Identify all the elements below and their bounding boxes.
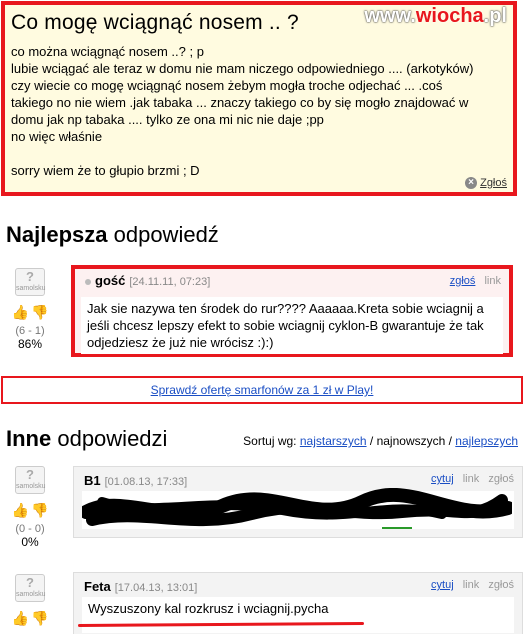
sort-controls: Sortuj wg: najstarszych / najnowszych / … bbox=[243, 434, 518, 448]
thumbs-down-icon[interactable]: 👎 bbox=[31, 610, 48, 627]
answer-author: B1 bbox=[84, 473, 101, 488]
sort-best-link[interactable]: najlepszych bbox=[455, 434, 518, 448]
thumbs-up-icon[interactable]: 👍 bbox=[12, 502, 29, 519]
close-icon: × bbox=[465, 177, 478, 189]
answer-date: [01.08.13, 17:33] bbox=[104, 476, 188, 488]
report-link[interactable]: zgłoś bbox=[450, 275, 476, 287]
redaction-scribble bbox=[82, 488, 512, 529]
question-box: Co mogę wciągnąć nosem .. ? www.wiocha.p… bbox=[1, 1, 517, 196]
sort-newest-current: najnowszych bbox=[376, 434, 446, 448]
promo-link[interactable]: Sprawdź ofertę smarfonów za 1 zł w Play! bbox=[151, 383, 374, 397]
answer-text: Jak sie nazywa ten środek do rur???? Aaa… bbox=[81, 297, 503, 354]
best-answer-heading: Najlepsza odpowiedź bbox=[6, 222, 219, 247]
answer-date: [24.11.11, 07:23] bbox=[129, 276, 211, 288]
vote-percent: 0% bbox=[21, 535, 39, 549]
question-line: domu jak np tabaka .... tylko ze ona mi … bbox=[11, 112, 324, 127]
question-line: no więc właśnie bbox=[11, 129, 103, 144]
answer-votes: ? samolsku 👍 👎 (0 - 0) 0% bbox=[10, 466, 50, 549]
answer-date: [17.04.13, 13:01] bbox=[114, 582, 198, 594]
thumbs-down-icon[interactable]: 👎 bbox=[31, 304, 48, 321]
report-link[interactable]: zgłoś bbox=[488, 473, 514, 485]
answer-author: gość bbox=[95, 273, 126, 288]
report-link[interactable]: zgłoś bbox=[488, 579, 514, 591]
question-line: co można wciągnąć nosem ..? ; p bbox=[11, 44, 204, 59]
user-icon bbox=[85, 278, 91, 285]
vote-count: (6 - 1) bbox=[15, 325, 45, 337]
samolsku-badge-icon: ? samolsku bbox=[15, 466, 46, 494]
quote-link[interactable]: cytuj bbox=[431, 473, 454, 485]
vote-count: (0 - 0) bbox=[15, 523, 45, 535]
question-line: takiego no nie wiem .jak tabaka ... znac… bbox=[11, 95, 469, 110]
promo-banner: Sprawdź ofertę smarfonów za 1 zł w Play! bbox=[1, 376, 523, 404]
other-answers-heading: Inne odpowiedzi bbox=[6, 426, 168, 451]
question-line: sorry wiem że to głupio brzmi ; D bbox=[11, 163, 200, 178]
quote-link[interactable]: cytuj bbox=[431, 579, 454, 591]
answer-votes: ? samolsku 👍 👎 bbox=[10, 574, 50, 631]
answer-text: Wyszuszony kal rozkrusz i wciagnij.pycha bbox=[82, 597, 514, 633]
thumbs-up-icon[interactable]: 👍 bbox=[12, 610, 29, 627]
permalink[interactable]: link bbox=[463, 473, 480, 485]
samolsku-badge-icon: ? samolsku bbox=[15, 268, 46, 296]
thumbs-up-icon[interactable]: 👍 bbox=[12, 304, 29, 321]
thumbs-down-icon[interactable]: 👎 bbox=[31, 502, 48, 519]
best-answer-box: gość [24.11.11, 07:23] zgłoś link Jak sie… bbox=[71, 265, 513, 357]
permalink[interactable]: link bbox=[484, 275, 501, 287]
vote-percent: 86% bbox=[17, 337, 43, 351]
question-line: lubie wciągać ale teraz w domu nie mam n… bbox=[11, 61, 474, 76]
question-title: Co mogę wciągnąć nosem .. ? bbox=[11, 11, 299, 34]
sort-oldest-link[interactable]: najstarszych bbox=[300, 434, 367, 448]
best-answer-votes: ? samolsku 👍 👎 (6 - 1) 86% bbox=[10, 268, 50, 351]
samolsku-badge-icon: ? samolsku bbox=[15, 574, 46, 602]
report-question-button[interactable]: × Zgłoś bbox=[465, 177, 507, 189]
question-line: czy wiecie co mogę wciągnąć nosem żebym … bbox=[11, 78, 443, 93]
permalink[interactable]: link bbox=[463, 579, 480, 591]
question-body: co można wciągnąć nosem ..? ; p lubie wc… bbox=[11, 43, 511, 179]
answer-author: Feta bbox=[84, 579, 111, 594]
watermark-logo: www.wiocha.pl bbox=[364, 5, 507, 27]
